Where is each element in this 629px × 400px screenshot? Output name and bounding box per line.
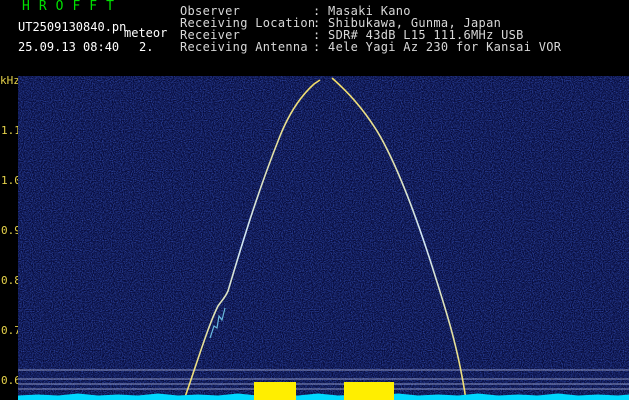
spectrogram-canvas bbox=[18, 76, 629, 400]
signal-bar bbox=[254, 382, 296, 400]
counter: 2. bbox=[139, 40, 154, 54]
mode-label: meteor bbox=[124, 26, 168, 40]
info-label-antenna: Receiving Antenna bbox=[180, 40, 308, 54]
spectrogram bbox=[18, 76, 629, 400]
filename: UT2509130840.pn bbox=[18, 20, 127, 34]
info-value-antenna: : 4ele Yagi Az 230 for Kansai VOR bbox=[313, 40, 562, 54]
signal-bar bbox=[344, 382, 394, 400]
app-title: HROFFT bbox=[22, 0, 123, 14]
date-time: 25.09.13 08:40 bbox=[18, 40, 120, 54]
spectrum-noise bbox=[18, 76, 629, 400]
y-unit-label: kHz bbox=[0, 74, 20, 87]
